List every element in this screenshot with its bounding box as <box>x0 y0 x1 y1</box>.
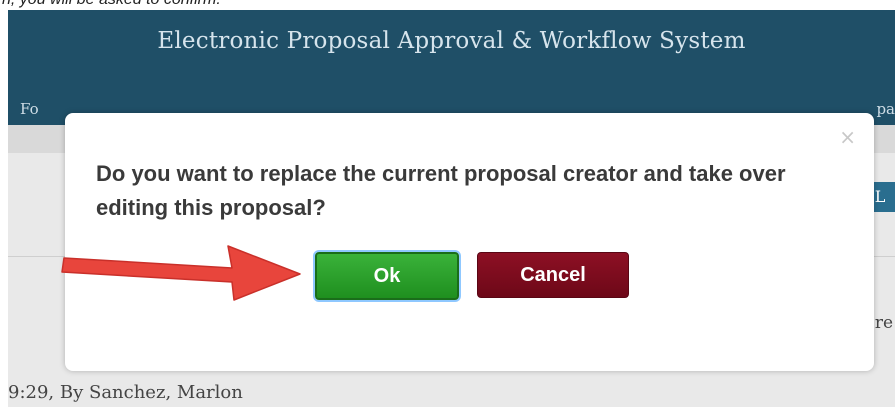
app-header: Electronic Proposal Approval & Workflow … <box>8 10 895 125</box>
ok-button[interactable]: Ok <box>315 252 459 300</box>
caption-strip: n, you will be asked to confirm. <box>0 0 895 10</box>
proposal-meta: 9:29, By Sanchez, Marlon <box>8 382 243 403</box>
caption-text: n, you will be asked to confirm. <box>2 0 221 10</box>
close-icon[interactable]: × <box>839 127 856 147</box>
app-window: Electronic Proposal Approval & Workflow … <box>8 10 895 407</box>
nav-link-left[interactable]: Fo <box>20 100 39 118</box>
dialog-message: Do you want to replace the current propo… <box>96 161 786 220</box>
nav-link-right[interactable]: pa <box>876 100 895 118</box>
confirm-dialog: × Do you want to replace the current pro… <box>65 113 874 371</box>
cancel-button[interactable]: Cancel <box>477 252 629 298</box>
app-title: Electronic Proposal Approval & Workflow … <box>157 28 746 54</box>
edge-text: re <box>874 313 893 333</box>
screenshot-stage: n, you will be asked to confirm. Electro… <box>0 0 895 407</box>
